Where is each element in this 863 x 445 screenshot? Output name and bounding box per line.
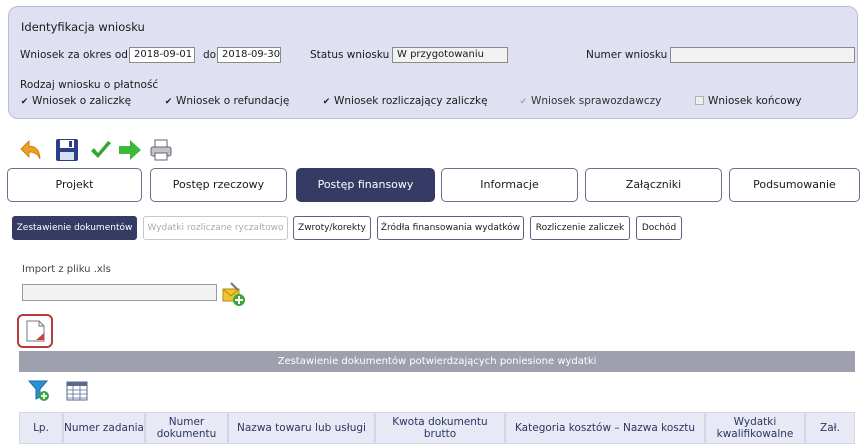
print-icon[interactable] xyxy=(149,138,173,162)
column-header-cost-category: Kategoria kosztów – Nazwa kosztu xyxy=(505,412,705,444)
new-document-icon xyxy=(26,320,45,342)
identification-title: Identyfikacja wniosku xyxy=(21,20,145,34)
checkbox-empty-icon xyxy=(695,96,704,105)
save-icon[interactable] xyxy=(55,138,79,162)
subtab-advance-settlement[interactable]: Rozliczenie zaliczek xyxy=(530,216,630,240)
import-add-icon[interactable] xyxy=(221,281,246,307)
column-header-eligible-expenses: Wydatki kwalifikowalne xyxy=(705,412,805,444)
checkbox-refund[interactable]: ✔ Wniosek o refundację xyxy=(164,95,290,107)
period-from-label: Wniosek za okres od xyxy=(20,49,128,61)
subtab-lump-sum-expenses[interactable]: Wydatki rozliczane ryczałtowo xyxy=(143,216,288,240)
checkbox-advance[interactable]: ✔ Wniosek o zaliczkę xyxy=(20,95,131,107)
identification-panel: Identyfikacja wniosku Wniosek za okres o… xyxy=(8,6,858,119)
tab-project[interactable]: Projekt xyxy=(7,168,142,202)
period-to-field[interactable]: 2018-09-30 xyxy=(217,47,281,63)
column-header-task-number: Numer zadania xyxy=(63,412,145,444)
checkbox-reporting[interactable]: ✔ Wniosek sprawozdawczy xyxy=(519,95,662,107)
checkbox-final[interactable]: Wniosek końcowy xyxy=(695,95,802,107)
tab-attachments[interactable]: Załączniki xyxy=(585,168,722,202)
number-label: Numer wniosku xyxy=(586,49,668,61)
status-field: W przygotowaniu xyxy=(392,47,508,63)
period-to-label: do xyxy=(203,49,217,61)
checkmark-icon: ✔ xyxy=(20,97,29,107)
number-field xyxy=(670,47,855,63)
import-label: Import z pliku .xls xyxy=(22,264,111,275)
payment-type-label: Rodzaj wniosku o płatność xyxy=(20,79,159,91)
tab-material-progress[interactable]: Postęp rzeczowy xyxy=(150,168,287,202)
checkbox-settling-advance[interactable]: ✔ Wniosek rozliczający zaliczkę xyxy=(322,95,488,107)
subtab-returns-corrections[interactable]: Zwroty/korekty xyxy=(293,216,371,240)
checkmark-icon: ✔ xyxy=(322,97,331,107)
import-file-input[interactable] xyxy=(22,284,217,301)
checkmark-icon: ✔ xyxy=(519,97,528,107)
column-header-gross-amount: Kwota dokumentu brutto xyxy=(375,412,505,444)
status-label: Status wniosku xyxy=(310,49,390,61)
check-icon[interactable] xyxy=(89,138,113,162)
tab-information[interactable]: Informacje xyxy=(441,168,578,202)
filter-add-icon[interactable] xyxy=(27,378,51,402)
table-view-icon[interactable] xyxy=(66,381,88,401)
tab-financial-progress[interactable]: Postęp finansowy xyxy=(296,168,435,202)
column-header-lp: Lp. xyxy=(19,412,63,444)
column-header-attachments: Zał. xyxy=(805,412,855,444)
period-from-field[interactable]: 2018-09-01 xyxy=(129,47,195,63)
column-header-document-number: Numer dokumentu xyxy=(145,412,228,444)
add-document-button[interactable] xyxy=(17,314,53,348)
subtab-documents-summary[interactable]: Zestawienie dokumentów xyxy=(12,216,137,240)
undo-icon[interactable] xyxy=(19,138,43,162)
tab-summary[interactable]: Podsumowanie xyxy=(729,168,860,202)
forward-icon[interactable] xyxy=(118,138,142,162)
checkmark-icon: ✔ xyxy=(164,97,173,107)
column-header-goods-name: Nazwa towaru lub usługi xyxy=(228,412,375,444)
section-title-bar: Zestawienie dokumentów potwierdzających … xyxy=(19,351,855,372)
subtab-income[interactable]: Dochód xyxy=(636,216,682,240)
subtab-financing-sources[interactable]: Źródła finansowania wydatków xyxy=(377,216,524,240)
